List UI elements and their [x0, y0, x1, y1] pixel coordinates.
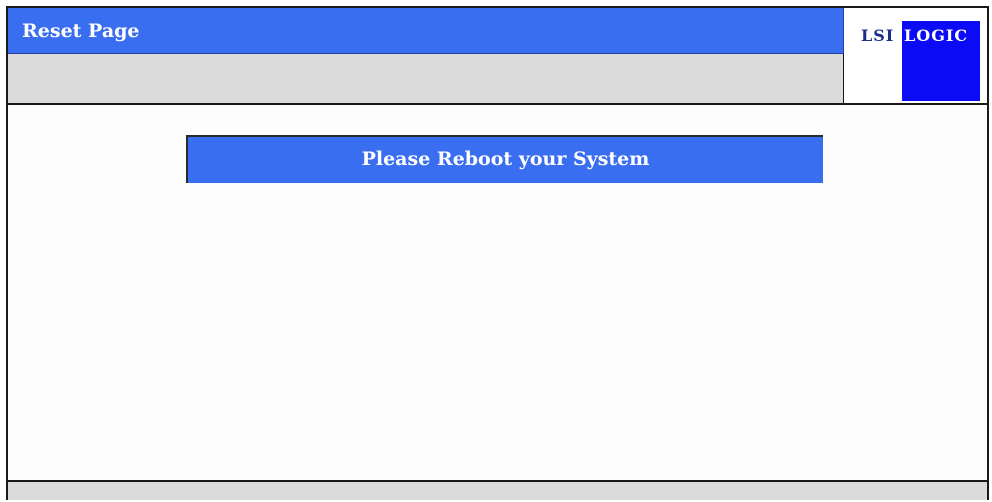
- page-frame: Reset Page LSI LOGIC Please Reboot your …: [6, 6, 989, 500]
- footer-bar: [8, 482, 987, 500]
- main-content: Please Reboot your System: [8, 105, 987, 480]
- logo-text-logic: LOGIC: [904, 26, 969, 45]
- reboot-message-banner: Please Reboot your System: [186, 135, 823, 183]
- page-title: Reset Page: [22, 20, 140, 42]
- toolbar-bar: [8, 54, 844, 103]
- logo-text-lsi: LSI: [861, 26, 895, 45]
- reboot-message-text: Please Reboot your System: [361, 148, 650, 170]
- logo: LSI LOGIC: [844, 8, 987, 103]
- title-bar: Reset Page: [8, 8, 844, 54]
